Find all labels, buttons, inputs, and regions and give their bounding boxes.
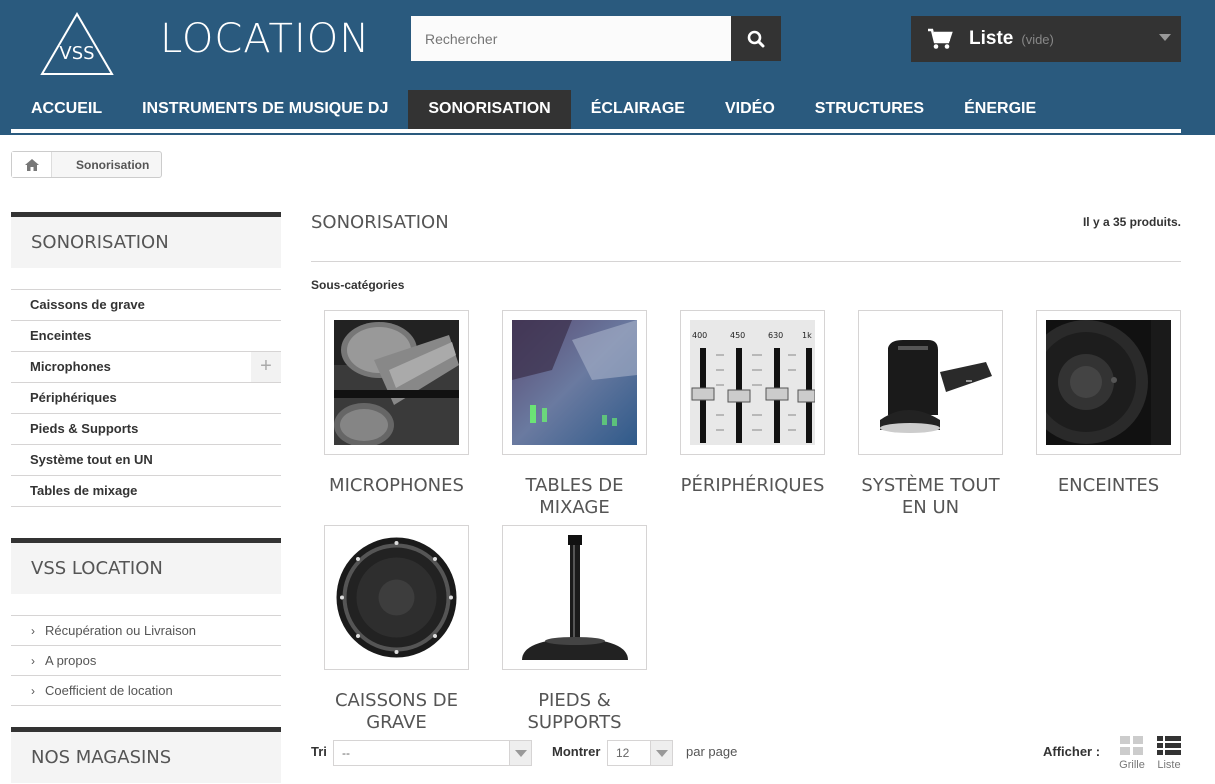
info-link[interactable]: › Coefficient de location <box>11 676 281 706</box>
cart-icon <box>928 28 953 49</box>
nav-item-instruments[interactable]: INSTRUMENTS DE MUSIQUE DJ <box>122 90 408 129</box>
chevron-right-icon: › <box>31 624 35 638</box>
product-count: Il y a 35 produits. <box>1082 215 1181 229</box>
list-label: Liste <box>1157 759 1181 771</box>
category-item[interactable]: Caissons de grave <box>11 290 281 321</box>
speaker-image[interactable] <box>1036 310 1181 455</box>
divider <box>311 261 1181 262</box>
category-item[interactable]: Périphériques <box>11 383 281 414</box>
subcategory-tile[interactable]: ENCEINTES <box>1036 310 1181 497</box>
home-icon <box>24 158 39 171</box>
microphone-image[interactable] <box>324 310 469 455</box>
subcategory-tile[interactable]: TABLES DE MIXAGE <box>502 310 647 519</box>
cart-title: Liste <box>969 28 1014 49</box>
info-list: › Récupération ou Livraison › A propos › Co… <box>11 615 281 706</box>
stand-image[interactable] <box>502 525 647 670</box>
nav-item-accueil[interactable]: ACCUEIL <box>11 90 122 129</box>
nav-item-eclairage[interactable]: ÉCLAIRAGE <box>571 90 705 129</box>
category-item[interactable]: Pieds & Supports <box>11 414 281 445</box>
cart-button[interactable]: Liste (vide) <box>911 16 1181 62</box>
search-button[interactable] <box>731 16 781 61</box>
subcategory-tile[interactable]: CAISSONS DE GRAVE <box>324 525 469 734</box>
category-item[interactable]: Système tout en UN <box>11 445 281 476</box>
nav-item-energie[interactable]: ÉNERGIE <box>944 90 1056 129</box>
subcategory-name[interactable]: SYSTÈME TOUT EN UN <box>858 475 1003 519</box>
subwoofer-image[interactable] <box>324 525 469 670</box>
search-icon <box>747 30 765 47</box>
sort-value: -- <box>342 746 350 760</box>
category-block: SONORISATION Caissons de grave Enceintes… <box>11 212 281 507</box>
subcategory-tile[interactable]: MICROPHONES <box>324 310 469 497</box>
grid-view-button[interactable]: Grille <box>1117 736 1147 771</box>
info-link-label[interactable]: Coefficient de location <box>45 683 173 698</box>
per-page-select[interactable]: 12 <box>607 740 673 766</box>
per-page-label: par page <box>686 744 738 759</box>
display-label: Afficher : <box>1043 744 1101 759</box>
category-item[interactable]: Tables de mixage <box>11 476 281 507</box>
svg-text:450: 450 <box>730 331 745 340</box>
svg-text:630: 630 <box>768 331 783 340</box>
subcategory-tile[interactable]: PIEDS & SUPPORTS <box>502 525 647 734</box>
equalizer-image[interactable]: 400 450 630 1k <box>680 310 825 455</box>
sort-label: Tri <box>311 744 327 759</box>
category-label[interactable]: Microphones <box>30 359 111 374</box>
search-input[interactable] <box>411 16 731 61</box>
brand-name: LOCATION <box>160 16 371 62</box>
subcategory-tile[interactable]: SYSTÈME TOUT EN UN <box>858 310 1003 519</box>
page-title: SONORISATION <box>311 212 449 233</box>
breadcrumb: Sonorisation <box>11 151 163 178</box>
info-block: VSS LOCATION › Récupération ou Livraison … <box>11 538 281 706</box>
subcategory-name[interactable]: PÉRIPHÉRIQUES <box>680 475 825 497</box>
category-list: Caissons de grave Enceintes Microphones +… <box>11 289 281 507</box>
subcategory-tile[interactable]: 400 450 630 1k PÉRIPHÉRIQUES <box>680 310 825 497</box>
vss-logo[interactable]: VSS <box>40 12 114 76</box>
subcategories-heading: Sous-catégories <box>311 278 405 292</box>
nav-item-sonorisation[interactable]: SONORISATION <box>408 90 571 129</box>
category-item[interactable]: Enceintes <box>11 321 281 352</box>
subcategory-name[interactable]: CAISSONS DE GRAVE <box>324 690 469 734</box>
sort-select[interactable]: -- <box>333 740 532 766</box>
info-block-title: VSS LOCATION <box>11 538 281 594</box>
chevron-down-icon[interactable] <box>650 741 672 765</box>
subcategory-name[interactable]: TABLES DE MIXAGE <box>502 475 647 519</box>
stores-block: NOS MAGASINS <box>11 727 281 783</box>
stores-block-title: NOS MAGASINS <box>11 727 281 783</box>
chevron-down-icon[interactable] <box>1159 34 1171 41</box>
info-link[interactable]: › A propos <box>11 646 281 676</box>
info-link-label[interactable]: A propos <box>45 653 96 668</box>
main-nav: ACCUEIL INSTRUMENTS DE MUSIQUE DJ SONORI… <box>11 90 1181 133</box>
search-bar <box>411 16 781 61</box>
grid-label: Grille <box>1119 759 1145 771</box>
mixing-table-image[interactable] <box>502 310 647 455</box>
svg-text:1k: 1k <box>802 331 812 340</box>
subcategory-name[interactable]: ENCEINTES <box>1036 475 1181 497</box>
list-icon <box>1157 736 1181 755</box>
grid-icon <box>1120 736 1143 755</box>
show-label: Montrer <box>552 744 601 759</box>
info-link-label[interactable]: Récupération ou Livraison <box>45 623 196 638</box>
nav-item-video[interactable]: VIDÉO <box>705 90 795 129</box>
chevron-right-icon: › <box>31 654 35 668</box>
subcategory-name[interactable]: MICROPHONES <box>324 475 469 497</box>
chevron-right-icon: › <box>31 684 35 698</box>
category-block-title: SONORISATION <box>11 212 281 268</box>
svg-text:400: 400 <box>692 331 707 340</box>
logo-text: VSS <box>59 43 94 64</box>
info-link[interactable]: › Récupération ou Livraison <box>11 616 281 646</box>
site-header: VSS LOCATION Liste (vide) ACCUEIL INSTRU… <box>0 0 1215 135</box>
breadcrumb-current: Sonorisation <box>76 157 150 172</box>
expand-plus-icon[interactable]: + <box>251 352 281 382</box>
per-page-value: 12 <box>616 746 630 760</box>
subcategory-name[interactable]: PIEDS & SUPPORTS <box>502 690 647 734</box>
nav-item-structures[interactable]: STRUCTURES <box>795 90 944 129</box>
sort-toolbar: Tri -- Montrer 12 par page Afficher : Gr… <box>311 736 1181 771</box>
portable-speaker-image[interactable] <box>858 310 1003 455</box>
category-item-microphones[interactable]: Microphones + <box>11 352 281 383</box>
cart-status: (vide) <box>1021 31 1054 47</box>
list-view-button[interactable]: Liste <box>1154 736 1184 771</box>
chevron-down-icon[interactable] <box>509 741 531 765</box>
home-button[interactable] <box>12 152 52 177</box>
